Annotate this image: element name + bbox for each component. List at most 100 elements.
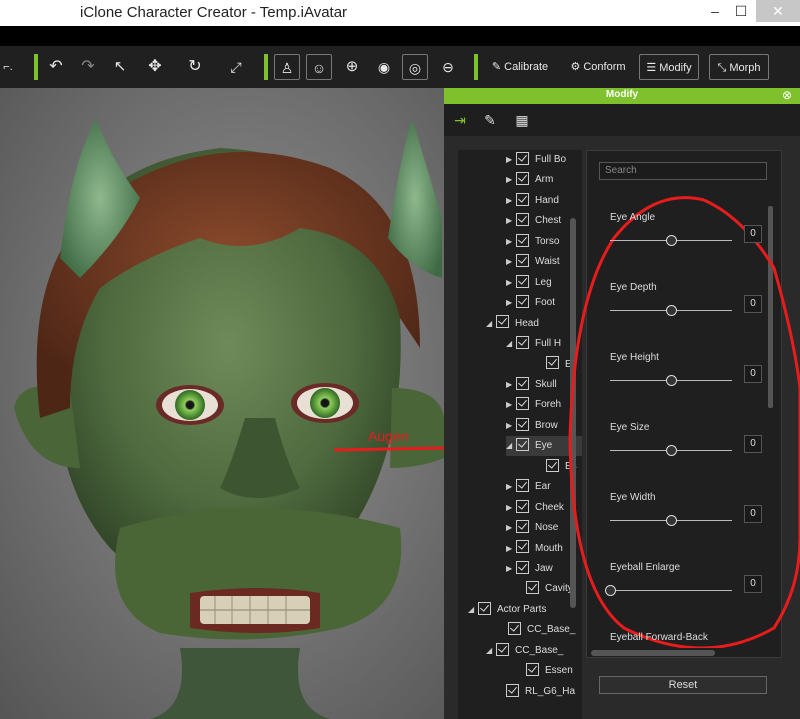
expand-arrow-icon[interactable]: ▶ xyxy=(506,395,516,415)
tree-checkbox[interactable] xyxy=(516,438,529,452)
morph-button[interactable]: ⤡ Morph xyxy=(709,54,769,80)
tree-checkbox[interactable] xyxy=(516,479,529,493)
tree-item[interactable]: ▶ Leg xyxy=(506,273,552,293)
slider-handle[interactable] xyxy=(666,515,677,526)
tree-checkbox[interactable] xyxy=(516,254,529,268)
slider-track[interactable] xyxy=(610,590,732,591)
expand-arrow-icon[interactable]: ▶ xyxy=(506,416,516,436)
tree-item[interactable]: ▶ Jaw xyxy=(506,559,553,579)
tree-item[interactable]: ▶ Chest xyxy=(506,211,561,231)
tree-item[interactable]: ▶ Foreh xyxy=(506,395,561,415)
minimize-button[interactable]: – xyxy=(702,0,728,22)
tree-item[interactable]: ▶ Nose xyxy=(506,518,558,538)
tree-checkbox[interactable] xyxy=(516,540,529,554)
expand-arrow-icon[interactable]: ▶ xyxy=(506,150,516,170)
expand-arrow-icon[interactable]: ▶ xyxy=(506,293,516,313)
expand-arrow-icon[interactable]: ◢ xyxy=(468,600,478,620)
tree-checkbox[interactable] xyxy=(516,295,529,308)
tree-item[interactable]: ▶ Hand xyxy=(506,191,559,211)
tree-checkbox[interactable] xyxy=(516,499,529,513)
tree-checkbox[interactable] xyxy=(516,335,529,349)
pointer-icon[interactable]: ↖ xyxy=(108,54,132,80)
expand-arrow-icon[interactable]: ▶ xyxy=(506,375,516,395)
slider-value-input[interactable]: 0 xyxy=(744,435,762,453)
tree-item[interactable]: ▶ Full Bo xyxy=(506,150,566,170)
expand-arrow-icon[interactable]: ▶ xyxy=(506,539,516,559)
body-icon[interactable]: ♙ xyxy=(274,54,300,80)
tree-item[interactable]: ◢ Actor Parts xyxy=(468,600,546,620)
slider-handle[interactable] xyxy=(666,445,677,456)
tree-checkbox[interactable] xyxy=(516,519,529,533)
select-tool-icon[interactable]: ⌐. xyxy=(0,54,16,80)
tree-checkbox[interactable] xyxy=(516,560,529,574)
expand-arrow-icon[interactable]: ▶ xyxy=(506,211,516,231)
expand-arrow-icon[interactable]: ▶ xyxy=(506,232,516,252)
slider-value-input[interactable]: 0 xyxy=(744,295,762,313)
tree-checkbox[interactable] xyxy=(516,376,529,390)
slider-handle[interactable] xyxy=(666,375,677,386)
tree-item[interactable]: ▶ Brow xyxy=(506,416,558,436)
expand-arrow-icon[interactable]: ◢ xyxy=(506,436,516,456)
expand-arrow-icon[interactable]: ▶ xyxy=(506,498,516,518)
panel-close-icon[interactable]: ⊗ xyxy=(782,88,792,102)
expand-arrow-icon[interactable]: ▶ xyxy=(506,273,516,293)
close-button[interactable]: ✕ xyxy=(756,0,800,22)
expand-arrow-icon[interactable]: ◢ xyxy=(486,314,496,334)
tree-item[interactable]: ▶ Waist xyxy=(506,252,560,272)
expand-arrow-icon[interactable]: ▶ xyxy=(506,252,516,272)
tree-item[interactable]: ▶ Foot xyxy=(506,293,555,313)
tree-checkbox[interactable] xyxy=(496,642,509,656)
expand-arrow-icon[interactable]: ◢ xyxy=(506,334,516,354)
head-icon[interactable]: ☺ xyxy=(306,54,332,80)
calibrate-button[interactable]: ✎ Calibrate xyxy=(488,54,552,80)
tree-item[interactable]: ▶ Ear xyxy=(506,477,551,497)
tree-item[interactable]: ▶ Skull xyxy=(506,375,557,395)
texture-tab-icon[interactable]: ▦ xyxy=(512,110,532,130)
undo-icon[interactable]: ↶ xyxy=(44,54,68,80)
tree-checkbox[interactable] xyxy=(496,315,509,329)
morph-tab-icon[interactable]: ⇥ xyxy=(450,110,470,130)
slider-value-input[interactable]: 0 xyxy=(744,505,762,523)
expand-arrow-icon[interactable]: ▶ xyxy=(506,518,516,538)
tree-checkbox[interactable] xyxy=(516,274,529,288)
conform-button[interactable]: ⚙ Conform xyxy=(566,54,630,80)
slider-value-input[interactable]: 0 xyxy=(744,575,762,593)
lips-icon[interactable]: ◎ xyxy=(402,54,428,80)
rotate-icon[interactable]: ↻ xyxy=(180,54,210,80)
tree-checkbox[interactable] xyxy=(516,213,529,227)
tree-item[interactable]: ▶ Arm xyxy=(506,170,553,190)
eye-icon[interactable]: ◉ xyxy=(372,54,396,80)
tree-checkbox[interactable] xyxy=(516,192,529,206)
teeth-icon[interactable]: ⊖ xyxy=(436,54,460,80)
tree-checkbox[interactable] xyxy=(516,397,529,411)
slider-value-input[interactable]: 0 xyxy=(744,365,762,383)
slider-handle[interactable] xyxy=(666,305,677,316)
expand-arrow-icon[interactable]: ◢ xyxy=(486,641,496,661)
expand-arrow-icon[interactable]: ▶ xyxy=(506,559,516,579)
paint-tab-icon[interactable]: ✎ xyxy=(480,110,500,130)
maximize-button[interactable]: ☐ xyxy=(728,0,754,22)
slider-handle[interactable] xyxy=(605,585,616,596)
expand-arrow-icon[interactable]: ▶ xyxy=(506,170,516,190)
tree-checkbox[interactable] xyxy=(526,663,539,677)
search-input[interactable]: Search xyxy=(599,162,767,180)
slider-handle[interactable] xyxy=(666,235,677,246)
tree-item[interactable]: RL_G6_Ha xyxy=(496,682,575,702)
tree-checkbox[interactable] xyxy=(508,622,521,636)
tree-checkbox[interactable] xyxy=(516,172,529,186)
move-icon[interactable]: ✥ xyxy=(140,54,170,80)
scale-icon[interactable]: ⤢ xyxy=(224,54,248,80)
3d-viewport[interactable]: Augen xyxy=(0,88,444,719)
horizontal-scrollbar[interactable] xyxy=(591,650,715,656)
tree-checkbox[interactable] xyxy=(478,601,491,615)
tree-item[interactable]: ◢ CC_Base_ xyxy=(486,641,563,661)
tree-item[interactable]: Essen xyxy=(516,661,573,681)
tree-checkbox[interactable] xyxy=(516,233,529,247)
tree-item[interactable]: ▶ Torso xyxy=(506,232,559,252)
slider-value-input[interactable]: 0 xyxy=(744,225,762,243)
tree-checkbox[interactable] xyxy=(516,417,529,431)
tree-checkbox[interactable] xyxy=(526,581,539,595)
expand-arrow-icon[interactable]: ▶ xyxy=(506,191,516,211)
tree-checkbox[interactable] xyxy=(506,683,519,697)
tree-item[interactable]: ◢ Head xyxy=(486,314,539,334)
